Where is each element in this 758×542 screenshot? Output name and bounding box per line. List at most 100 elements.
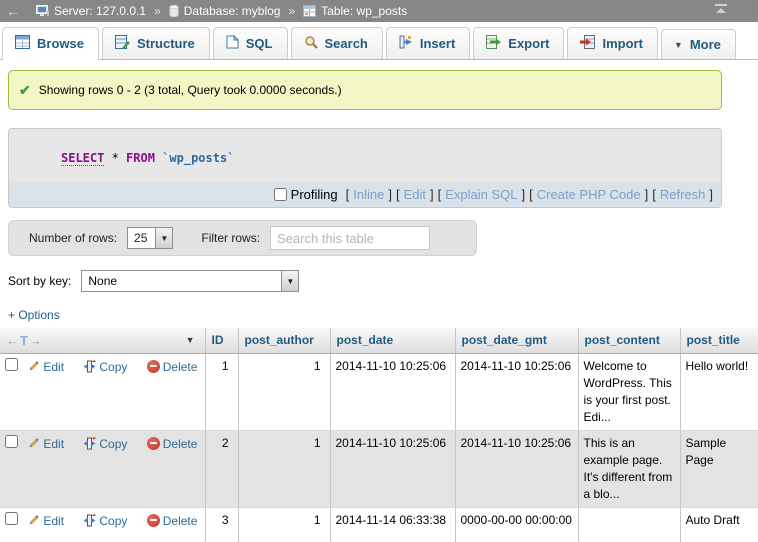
server-icon: [36, 5, 49, 17]
breadcrumb: Server: 127.0.0.1 » Database: myblog » T…: [36, 4, 407, 18]
table-row: Edit Copy Delete 1 1 2014-11-10 10:25:06…: [0, 353, 758, 430]
back-arrow-icon[interactable]: ←: [6, 3, 36, 19]
query-links-bar: Profiling [ Inline ] [ Edit ] [ Explain …: [9, 183, 721, 207]
structure-icon: [115, 35, 130, 52]
cell-post-author: 1: [238, 507, 330, 542]
breadcrumb-table[interactable]: Table: wp_posts: [321, 4, 407, 18]
sql-keyword-from: FROM: [126, 151, 155, 165]
header-post-content[interactable]: post_content: [578, 328, 680, 353]
sort-by-key-value: None: [82, 271, 125, 291]
row-actions: Edit Copy Delete: [0, 430, 205, 507]
copy-row-link[interactable]: Copy: [99, 360, 127, 374]
table-header-row: ←T→ ▼ ID post_author post_date post_date…: [0, 328, 758, 353]
table-row: Edit Copy Delete 2 1 2014-11-10 10:25:06…: [0, 430, 758, 507]
header-post-title[interactable]: post_title: [680, 328, 758, 353]
copy-row-link[interactable]: Copy: [99, 437, 127, 451]
export-icon: [486, 35, 501, 52]
edit-row-link[interactable]: Edit: [43, 514, 64, 528]
tab-structure[interactable]: Structure: [102, 27, 210, 59]
refresh-link[interactable]: Refresh: [660, 187, 706, 202]
success-check-icon: ✔: [19, 82, 31, 99]
filter-rows-input[interactable]: [270, 226, 430, 250]
row-checkbox[interactable]: [5, 435, 18, 448]
browse-icon: [15, 35, 30, 52]
cell-post-title: Hello world!: [680, 353, 758, 430]
collapse-top-icon[interactable]: [714, 4, 728, 18]
profiling-checkbox[interactable]: [274, 188, 287, 201]
cell-post-date-gmt: 2014-11-10 10:25:06: [455, 430, 578, 507]
tab-more[interactable]: ▼ More: [661, 29, 736, 59]
header-post-author[interactable]: post_author: [238, 328, 330, 353]
cell-post-content: [578, 507, 680, 542]
row-checkbox[interactable]: [5, 358, 18, 371]
breadcrumb-server[interactable]: Server: 127.0.0.1: [54, 4, 146, 18]
tab-browse[interactable]: Browse: [2, 27, 99, 60]
tab-bar: Browse Structure SQL Search Insert Expor…: [0, 22, 758, 60]
tab-sql[interactable]: SQL: [213, 27, 288, 59]
bracket: ]: [522, 187, 526, 202]
cell-post-date: 2014-11-10 10:25:06: [330, 353, 455, 430]
chevron-down-icon: ▼: [281, 271, 298, 291]
import-icon: [580, 35, 595, 52]
sort-options-icon[interactable]: ▼: [186, 335, 195, 345]
cell-post-author: 1: [238, 430, 330, 507]
header-post-date[interactable]: post_date: [330, 328, 455, 353]
header-id[interactable]: ID: [205, 328, 238, 353]
sql-keyword-select: SELECT: [61, 151, 104, 166]
explain-sql-link[interactable]: Explain SQL: [445, 187, 517, 202]
sql-icon: [226, 35, 239, 52]
sql-star: *: [104, 151, 126, 165]
header-post-date-gmt[interactable]: post_date_gmt: [455, 328, 578, 353]
cell-id: 1: [205, 353, 238, 430]
pencil-icon: [27, 514, 40, 532]
profiling-toggle[interactable]: Profiling: [274, 187, 338, 202]
bracket: [: [438, 187, 442, 202]
cell-post-author: 1: [238, 353, 330, 430]
edit-row-link[interactable]: Edit: [43, 360, 64, 374]
copy-icon: [83, 514, 96, 532]
tab-insert[interactable]: Insert: [386, 27, 470, 59]
search-icon: [304, 35, 318, 52]
sort-by-key-select[interactable]: None ▼: [81, 270, 299, 292]
delete-icon: [147, 360, 160, 373]
delete-icon: [147, 437, 160, 450]
create-php-code-link[interactable]: Create PHP Code: [537, 187, 641, 202]
row-actions: Edit Copy Delete: [0, 353, 205, 430]
pencil-icon: [27, 360, 40, 378]
tab-label: Browse: [37, 36, 84, 51]
chevron-down-icon: ▼: [674, 40, 683, 50]
bracket: [: [652, 187, 656, 202]
number-of-rows-value: 25: [128, 228, 155, 248]
inline-link[interactable]: Inline: [353, 187, 384, 202]
table-icon: [303, 5, 316, 17]
tab-label: More: [690, 37, 721, 52]
cell-post-title: Auto Draft: [680, 507, 758, 542]
edit-query-link[interactable]: Edit: [404, 187, 426, 202]
cell-post-title: Sample Page: [680, 430, 758, 507]
cell-post-date-gmt: 2014-11-10 10:25:06: [455, 353, 578, 430]
options-toggle-link[interactable]: + Options: [8, 308, 60, 322]
breadcrumb-database[interactable]: Database: myblog: [184, 4, 281, 18]
tab-search[interactable]: Search: [291, 27, 383, 59]
cell-post-date: 2014-11-10 10:25:06: [330, 430, 455, 507]
tab-import[interactable]: Import: [567, 27, 657, 59]
sort-row: Sort by key: None ▼: [8, 270, 758, 292]
tab-export[interactable]: Export: [473, 27, 564, 59]
delete-row-link[interactable]: Delete: [163, 514, 198, 528]
copy-icon: [83, 437, 96, 455]
filter-rows-label: Filter rows:: [201, 231, 260, 245]
tab-label: Import: [602, 36, 642, 51]
row-checkbox[interactable]: [5, 512, 18, 525]
edit-row-link[interactable]: Edit: [43, 437, 64, 451]
copy-icon: [83, 360, 96, 378]
row-controls-bar: Number of rows: 25 ▼ Filter rows:: [8, 220, 477, 256]
number-of-rows-select[interactable]: 25 ▼: [127, 227, 173, 249]
insert-icon: [399, 35, 413, 52]
bracket: [: [529, 187, 533, 202]
status-message: ✔ Showing rows 0 - 2 (3 total, Query too…: [8, 70, 722, 110]
cell-post-date-gmt: 0000-00-00 00:00:00: [455, 507, 578, 542]
transpose-icon[interactable]: ←T→: [6, 333, 43, 348]
copy-row-link[interactable]: Copy: [99, 514, 127, 528]
delete-row-link[interactable]: Delete: [163, 437, 198, 451]
delete-row-link[interactable]: Delete: [163, 360, 198, 374]
